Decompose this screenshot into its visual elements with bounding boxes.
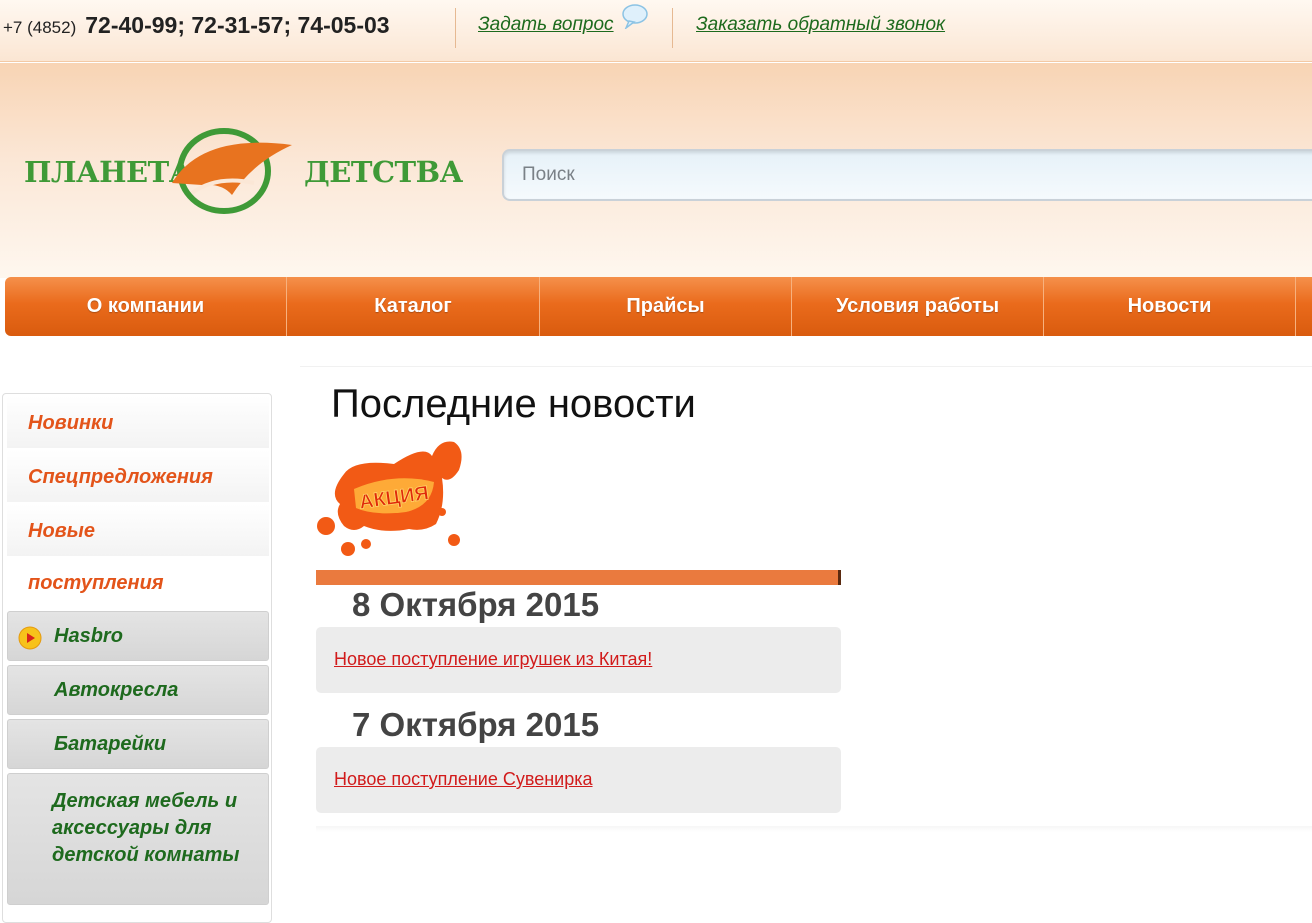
speech-bubble-icon[interactable]	[620, 3, 650, 29]
phone-numbers: 72-40-99; 72-31-57; 74-05-03	[85, 12, 390, 38]
divider	[672, 8, 673, 48]
nav-about[interactable]: О компании	[5, 277, 287, 336]
sidebar-item-batteries[interactable]: Батарейки	[7, 719, 269, 769]
news-item: Новое поступление Сувенирка	[316, 747, 841, 813]
sidebar-item-label: Батарейки	[54, 733, 167, 755]
sidebar-item-new[interactable]: Новинки	[7, 396, 269, 448]
sidebar-item-label: Автокресла	[54, 679, 179, 701]
sidebar-item-label: Детская мебель и аксессуары для детской …	[52, 790, 240, 866]
header: ПЛАНЕТА ДЕТСТВА	[0, 63, 1312, 278]
nav-news[interactable]: Новости	[1044, 277, 1296, 336]
sidebar-item-hasbro[interactable]: Hasbro	[7, 611, 269, 661]
ask-question-link[interactable]: Задать вопрос	[478, 14, 614, 36]
content-bottom-edge	[316, 826, 1312, 832]
divider	[455, 8, 456, 48]
promo-badge[interactable]: АКЦИЯ	[314, 434, 468, 562]
news-header-bar	[316, 570, 841, 585]
nav-catalog[interactable]: Каталог	[287, 277, 540, 336]
phone-block: +7 (4852) 72-40-99; 72-31-57; 74-05-03	[3, 12, 390, 39]
sidebar-item-label: Hasbro	[54, 625, 123, 647]
news-link[interactable]: Новое поступление Сувенирка	[334, 769, 593, 790]
top-bar: +7 (4852) 72-40-99; 72-31-57; 74-05-03 З…	[0, 0, 1312, 62]
sidebar-item-new-arrivals-line2[interactable]: поступления	[7, 556, 269, 608]
logo-text-right: ДЕТСТВА	[304, 155, 463, 189]
play-arrow-icon	[18, 626, 42, 650]
main-nav: О компании Каталог Прайсы Условия работы…	[5, 277, 1312, 336]
logo-emblem-icon	[172, 128, 292, 214]
sidebar-item-special-offers[interactable]: Спецпредложения	[7, 450, 269, 502]
search-input[interactable]	[502, 149, 1312, 201]
logo[interactable]: ПЛАНЕТА ДЕТСТВА	[24, 123, 463, 223]
callback-link[interactable]: Заказать обратный звонок	[696, 14, 945, 36]
divider	[300, 366, 1312, 367]
sidebar: Новинки Спецпредложения Новые поступлени…	[2, 393, 272, 923]
news-date: 8 Октября 2015	[352, 586, 600, 623]
sidebar-item-kids-furniture[interactable]: Детская мебель и аксессуары для детской …	[7, 773, 269, 905]
nav-terms[interactable]: Условия работы	[792, 277, 1044, 336]
sidebar-item-new-arrivals[interactable]: Новые	[7, 504, 269, 556]
phone-code: +7 (4852)	[3, 18, 77, 37]
nav-prices[interactable]: Прайсы	[540, 277, 792, 336]
news-item: Новое поступление игрушек из Китая!	[316, 627, 841, 693]
sidebar-item-car-seats[interactable]: Автокресла	[7, 665, 269, 715]
page-title: Последние новости	[331, 382, 696, 426]
news-link[interactable]: Новое поступление игрушек из Китая!	[334, 649, 652, 670]
news-date: 7 Октября 2015	[352, 706, 600, 743]
